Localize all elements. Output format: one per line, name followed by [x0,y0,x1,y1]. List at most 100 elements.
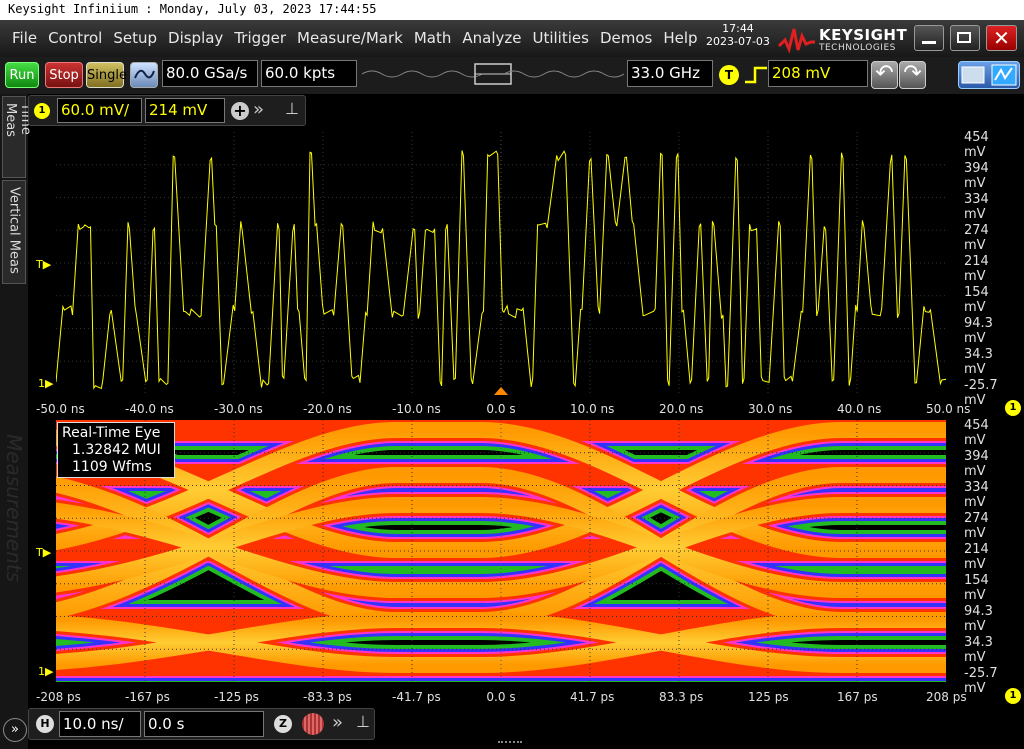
menu-bar: File Control Setup Display Trigger Measure/Ma… [0,20,1024,57]
trigger-level-field[interactable]: 208 mV [768,60,868,87]
autoscale-button[interactable] [130,62,158,88]
upper-channel-badge[interactable]: 1 [1005,400,1021,416]
window-title: Keysight Infiniium : Monday, July 03, 20… [0,0,1024,20]
main-menu: File Control Setup Display Trigger Measure/Ma… [6,29,703,47]
keysight-logo: KEYSIGHT TECHNOLOGIES [778,24,908,56]
tab-vertical-meas[interactable]: Vertical Meas [2,180,26,284]
menu-setup[interactable]: Setup [107,29,162,47]
sample-rate-field[interactable]: 80.0 GSa/s [162,60,258,87]
redo-button[interactable]: ↷ [899,61,926,89]
channel-1-badge[interactable]: 1 [34,103,50,119]
close-icon: ✕ [993,26,1010,50]
horizontal-pin-icon[interactable]: ⊥ [356,712,370,731]
ground-marker-label: 1 [38,377,45,390]
y-tick-label: 274 mV [964,223,989,253]
channel-scale-field[interactable]: 60.0 mV/ [57,98,142,123]
x-tick-label: 50.0 ns [926,402,971,416]
minimize-button[interactable] [914,25,944,51]
x-tick-label: 0.0 s [486,402,516,416]
menu-demos[interactable]: Demos [594,29,657,47]
x-tick-label: -30.0 ns [214,402,263,416]
y-tick-label: 154 mV [964,573,989,603]
eye-diagram-svg [0,410,1024,686]
trigger-level-marker[interactable]: T▶ [36,258,51,271]
eye-trigger-marker[interactable]: T▶ [36,546,51,559]
close-button[interactable]: ✕ [986,25,1017,51]
eye-mui: 1.32842 MUI [72,442,161,458]
tab-measurements[interactable]: Measurements [2,434,26,634]
menu-control[interactable]: Control [42,29,107,47]
zoom-button[interactable]: Z [274,715,292,733]
y-tick-label: 394 mV [964,161,989,191]
y-tick-label: 274 mV [964,511,989,541]
bandwidth-field[interactable]: 33.0 GHz [627,60,713,87]
y-tick-label: 34.3 mV [964,347,993,377]
y-tick-label: -25.7 mV [964,666,998,696]
maximize-button[interactable] [950,25,980,51]
x-tick-label: 167 ps [837,690,878,704]
y-tick-label: 154 mV [964,285,989,315]
menu-analyze[interactable]: Analyze [456,29,526,47]
horizontal-slider-icon[interactable] [302,713,324,735]
x-tick-label: 10.0 ns [570,402,615,416]
expand-horizontal-icon[interactable]: » [332,712,343,733]
run-button[interactable]: Run [5,62,39,88]
lower-channel-badge[interactable]: 1 [1005,688,1021,704]
panel-toggle-button[interactable]: » [3,718,27,742]
eye-measurement-box: Real-Time Eye 1.32842 MUI 1109 Wfms [57,422,175,478]
eye-diagram-plot[interactable] [0,410,1024,686]
x-tick-label: -208 ps [36,690,81,704]
horizontal-control-bar: H 10.0 ns/ 0.0 s Z » ⊥ [28,708,375,740]
side-tab-strip: Time Meas Vertical Meas Measurements » [0,94,33,749]
single-button[interactable]: Single [86,62,127,88]
resize-grip[interactable] [498,741,522,747]
eye-title: Real-Time Eye [62,425,161,441]
rising-edge-icon[interactable] [743,64,769,86]
eye-ground-marker[interactable]: 1▶ [38,665,53,678]
tab-time-meas[interactable]: Time Meas [2,96,33,178]
add-waveform-button[interactable]: + [231,102,249,120]
waveform-layout-button[interactable] [958,61,1020,89]
pin-icon[interactable]: ⊥ [285,99,299,118]
trigger-marker-label: T [36,258,43,271]
menu-utilities[interactable]: Utilities [526,29,593,47]
y-tick-label: 454 mV [964,418,989,448]
brand-name: KEYSIGHT [819,26,908,44]
layout-icon [961,64,1017,86]
undo-button[interactable]: ↶ [871,61,898,89]
y-tick-label: 214 mV [964,542,989,572]
x-tick-label: 30.0 ns [748,402,793,416]
y-tick-label: 334 mV [964,192,989,222]
waveform-plot[interactable] [55,132,954,394]
menu-math[interactable]: Math [408,29,457,47]
horizontal-scale-field[interactable]: 10.0 ns/ [59,711,141,737]
stop-button[interactable]: Stop [45,62,83,88]
trigger-badge[interactable]: T [719,65,739,85]
acquisition-toolbar: Run Stop Single 80.0 GSa/s 60.0 kpts 33.… [0,57,1024,94]
x-tick-label: -125 ps [214,690,259,704]
expand-icon[interactable]: » [253,99,264,120]
y-tick-label: 214 mV [964,254,989,284]
brand-sub: TECHNOLOGIES [819,43,896,53]
trigger-position-marker[interactable] [494,387,508,395]
channel-offset-field[interactable]: 214 mV [145,98,225,123]
menu-measure-mark[interactable]: Measure/Mark [291,29,408,47]
restore-icon [957,32,971,43]
undo-icon: ↶ [875,61,894,86]
x-tick-label: -167 ps [125,690,170,704]
menu-help[interactable]: Help [657,29,702,47]
channel-control-bar: 1 60.0 mV/ 214 mV + » ⊥ [28,95,306,126]
ground-marker[interactable]: 1▶ [38,377,53,390]
menu-display[interactable]: Display [162,29,228,47]
menu-trigger[interactable]: Trigger [228,29,291,47]
memory-depth-field[interactable]: 60.0 kpts [261,60,357,87]
x-tick-label: -50.0 ns [36,402,85,416]
redo-icon: ↷ [903,61,922,86]
x-tick-label: 83.3 ps [659,690,704,704]
menu-file[interactable]: File [6,29,42,47]
y-tick-label: 454 mV [964,130,989,160]
horizontal-position-field[interactable]: 0.0 s [144,711,264,737]
horizontal-badge[interactable]: H [36,715,54,733]
y-tick-label: 334 mV [964,480,989,510]
clock-date: 2023-07-03 [706,35,770,48]
